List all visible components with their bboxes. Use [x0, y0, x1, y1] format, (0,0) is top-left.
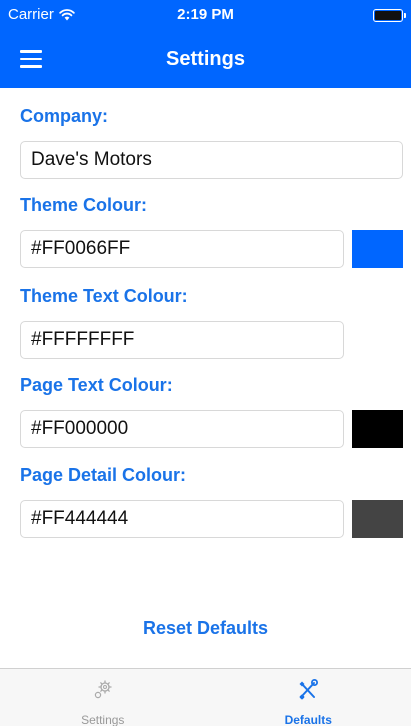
tab-bar: Settings Defaults [0, 668, 411, 726]
page-detail-colour-input[interactable] [20, 500, 344, 538]
page-text-colour-swatch [352, 410, 403, 448]
status-bar: Carrier 2:19 PM [0, 0, 411, 34]
company-input[interactable] [20, 141, 403, 179]
page-text-colour-label: Page Text Colour: [20, 375, 173, 395]
theme-colour-input[interactable] [20, 230, 344, 268]
page-detail-colour-label: Page Detail Colour: [20, 465, 187, 485]
navigation-bar: Settings [0, 34, 411, 88]
tab-settings-label: Settings [81, 713, 125, 726]
theme-colour-label: Theme Colour: [20, 195, 148, 215]
page-detail-colour-swatch [352, 500, 403, 538]
page-title: Settings [166, 48, 245, 70]
company-label: Company: [20, 106, 109, 126]
page-text-colour-input[interactable] [20, 410, 344, 448]
battery-icon [373, 9, 406, 22]
theme-text-colour-label: Theme Text Colour: [20, 286, 188, 306]
theme-colour-swatch [352, 230, 403, 268]
tab-settings[interactable]: Settings [0, 669, 206, 726]
tools-icon [299, 679, 319, 700]
status-time: 2:19 PM [177, 6, 234, 23]
tab-defaults[interactable]: Defaults [206, 669, 411, 726]
reset-defaults-button[interactable]: Reset Defaults [0, 618, 411, 639]
theme-text-colour-input[interactable] [20, 321, 344, 359]
tab-defaults-label: Defaults [284, 713, 332, 726]
gears-icon [94, 680, 112, 699]
